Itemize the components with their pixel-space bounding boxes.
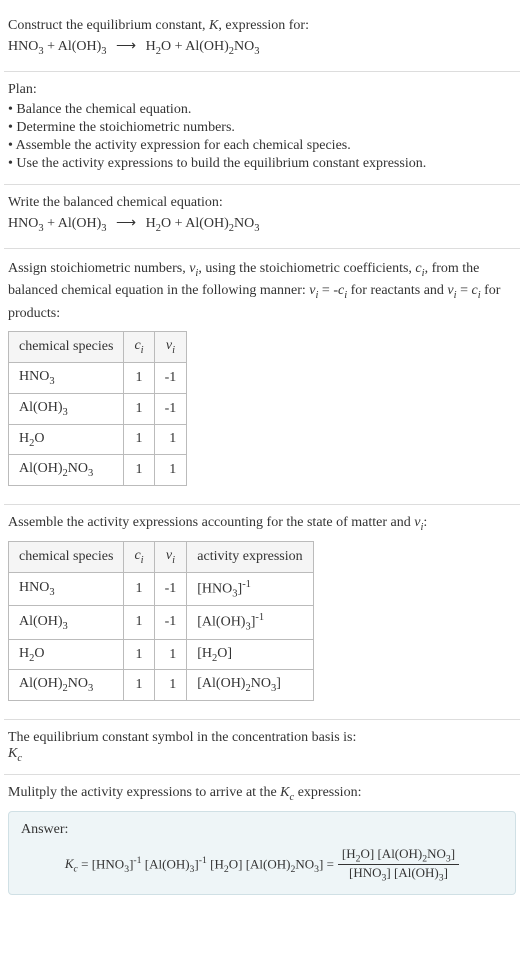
multiply-intro: Mulitply the activity expressions to arr… [8,785,516,803]
col-species: chemical species [9,541,124,572]
plan-item: • Balance the chemical equation. [8,102,516,118]
cell-vi: -1 [154,362,187,393]
plan-item: • Assemble the activity expression for e… [8,138,516,154]
plan-list: • Balance the chemical equation. • Deter… [8,102,516,172]
cell-vi: 1 [154,424,187,455]
plan-item: • Use the activity expressions to build … [8,156,516,172]
col-expr: activity expression [187,541,313,572]
cell-ci: 1 [124,572,154,605]
arrow-icon: ⟶ [110,39,142,54]
answer-label: Answer: [21,822,503,838]
stoich-table: chemical species ci νi HNO3 1 -1 Al(OH)3… [8,331,187,486]
intro-equation: HNO3 + Al(OH)3 ⟶ H2O + Al(OH)2NO3 [8,38,516,57]
table-row: Al(OH)2NO3 1 1 [Al(OH)2NO3] [9,670,314,701]
cell-ci: 1 [124,393,154,424]
kc-symbol: Kc [8,746,516,764]
col-ci: ci [124,541,154,572]
table-row: Al(OH)3 1 -1 [9,393,187,424]
col-ci: ci [124,332,154,363]
intro-text: Construct the equilibrium constant, K, e… [8,18,516,34]
answer-equation: Kc = [HNO3]-1 [Al(OH)3]-1 [H2O] [Al(OH)2… [21,846,503,884]
cell-species: HNO3 [9,362,124,393]
activity-table: chemical species ci νi activity expressi… [8,541,314,701]
balanced-title: Write the balanced chemical equation: [8,195,516,211]
col-vi: νi [154,541,187,572]
arrow-icon: ⟶ [110,216,142,231]
activity-section: Assemble the activity expressions accoun… [4,505,520,720]
cell-ci: 1 [124,639,154,670]
symbol-intro: The equilibrium constant symbol in the c… [8,730,516,746]
stoich-intro: Assign stoichiometric numbers, νi, using… [8,259,516,324]
cell-expr: [Al(OH)2NO3] [187,670,313,701]
table-header-row: chemical species ci νi activity expressi… [9,541,314,572]
plan-section: Plan: • Balance the chemical equation. •… [4,72,520,185]
balanced-section: Write the balanced chemical equation: HN… [4,185,520,249]
cell-expr: [Al(OH)3]-1 [187,606,313,639]
cell-species: H2O [9,639,124,670]
cell-ci: 1 [124,670,154,701]
numerator: [H2O] [Al(OH)2NO3] [338,846,459,866]
cell-vi: 1 [154,670,187,701]
cell-species: Al(OH)3 [9,606,124,639]
cell-ci: 1 [124,606,154,639]
balanced-equation: HNO3 + Al(OH)3 ⟶ H2O + Al(OH)2NO3 [8,215,516,234]
table-row: Al(OH)2NO3 1 1 [9,455,187,486]
cell-species: Al(OH)2NO3 [9,670,124,701]
eq-lhs: HNO3 + Al(OH)3 [8,39,107,54]
plan-title: Plan: [8,82,516,98]
cell-species: H2O [9,424,124,455]
stoich-section: Assign stoichiometric numbers, νi, using… [4,249,520,506]
cell-expr: [HNO3]-1 [187,572,313,605]
cell-ci: 1 [124,455,154,486]
table-row: Al(OH)3 1 -1 [Al(OH)3]-1 [9,606,314,639]
answer-box: Answer: Kc = [HNO3]-1 [Al(OH)3]-1 [H2O] … [8,811,516,895]
cell-vi: 1 [154,455,187,486]
intro-section: Construct the equilibrium constant, K, e… [4,8,520,72]
cell-vi: 1 [154,639,187,670]
plan-item: • Determine the stoichiometric numbers. [8,120,516,136]
table-row: HNO3 1 -1 [9,362,187,393]
cell-ci: 1 [124,424,154,455]
cell-species: Al(OH)3 [9,393,124,424]
eq-lhs: HNO3 + Al(OH)3 [8,216,107,231]
kc-equals: Kc = [HNO3]-1 [Al(OH)3]-1 [H2O] [Al(OH)2… [65,855,334,875]
activity-intro: Assemble the activity expressions accoun… [8,515,516,533]
eq-rhs: H2O + Al(OH)2NO3 [146,39,260,54]
table-row: H2O 1 1 [H2O] [9,639,314,670]
cell-species: HNO3 [9,572,124,605]
table-row: HNO3 1 -1 [HNO3]-1 [9,572,314,605]
table-header-row: chemical species ci νi [9,332,187,363]
table-row: H2O 1 1 [9,424,187,455]
col-species: chemical species [9,332,124,363]
cell-vi: -1 [154,606,187,639]
cell-expr: [H2O] [187,639,313,670]
cell-vi: -1 [154,393,187,424]
denominator: [HNO3] [Al(OH)3] [345,865,452,884]
eq-rhs: H2O + Al(OH)2NO3 [146,216,260,231]
cell-species: Al(OH)2NO3 [9,455,124,486]
cell-vi: -1 [154,572,187,605]
multiply-section: Mulitply the activity expressions to arr… [4,775,520,905]
cell-ci: 1 [124,362,154,393]
fraction: [H2O] [Al(OH)2NO3] [HNO3] [Al(OH)3] [338,846,459,884]
symbol-section: The equilibrium constant symbol in the c… [4,720,520,775]
col-vi: νi [154,332,187,363]
